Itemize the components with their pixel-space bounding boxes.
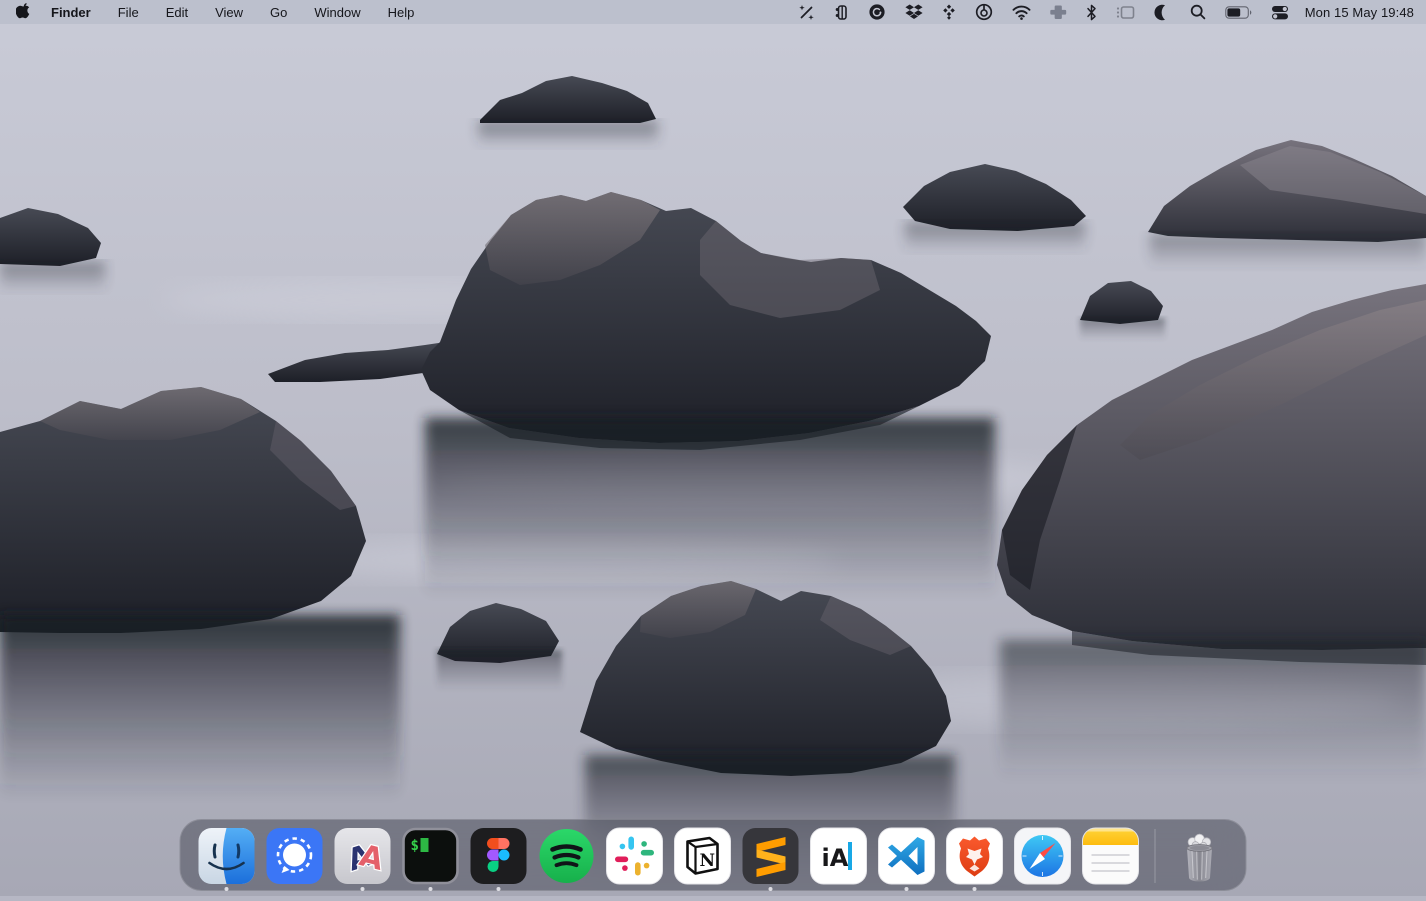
dock-item-spotify[interactable] xyxy=(538,827,596,891)
overlapping-a-letters-app-icon: A A xyxy=(334,827,392,885)
ia-writer-app-icon: iA xyxy=(810,827,868,885)
menu-help[interactable]: Help xyxy=(388,5,415,20)
dock-item-notion[interactable]: N xyxy=(674,827,732,891)
running-indicator-dot xyxy=(225,887,229,891)
finder-app-icon xyxy=(198,827,256,885)
apple-logo-icon xyxy=(16,2,31,22)
control-center-icon[interactable] xyxy=(1271,0,1289,24)
power-circle-icon[interactable] xyxy=(975,0,993,24)
slack-app-icon xyxy=(606,827,664,885)
dock-item-figma[interactable] xyxy=(470,827,528,891)
dock-item-finder[interactable] xyxy=(198,827,256,891)
dock-item-sublime-text[interactable] xyxy=(742,827,800,891)
menu-bar-left: Finder File Edit View Go Window Help xyxy=(0,2,441,22)
running-indicator-dot xyxy=(429,887,433,891)
menu-window[interactable]: Window xyxy=(314,5,360,20)
terminal-app-icon: $ xyxy=(402,827,460,885)
notes-app-icon xyxy=(1082,827,1140,885)
figma-app-icon xyxy=(470,827,528,885)
battery-icon[interactable] xyxy=(1225,0,1252,24)
apple-menu[interactable] xyxy=(16,2,31,22)
menu-go[interactable]: Go xyxy=(270,5,287,20)
menu-bar-status-area: Mon 15 May 19:48 xyxy=(779,0,1426,24)
dock-item-trash[interactable] xyxy=(1171,827,1229,885)
dock-item-slack[interactable] xyxy=(606,827,664,891)
running-indicator-dot xyxy=(361,887,365,891)
desktop-wallpaper xyxy=(0,0,1426,896)
trash-full-icon xyxy=(1171,827,1229,885)
running-indicator-dot xyxy=(497,887,501,891)
bluetooth-icon[interactable] xyxy=(1086,0,1097,24)
dock-item-vscode[interactable] xyxy=(878,827,936,891)
menu-file[interactable]: File xyxy=(118,5,139,20)
spotlight-search-icon[interactable] xyxy=(1190,0,1206,24)
diamond-cluster-icon[interactable] xyxy=(942,0,956,24)
brave-app-icon xyxy=(946,827,1004,885)
notion-app-icon: N xyxy=(674,827,732,885)
adobe-creative-cloud-icon[interactable] xyxy=(868,0,886,24)
wifi-icon[interactable] xyxy=(1012,0,1031,24)
magic-wand-sparkles-icon[interactable] xyxy=(798,0,815,24)
menu-bar: Finder File Edit View Go Window Help xyxy=(0,0,1426,24)
dock-divider xyxy=(1155,829,1156,883)
dock-item-brave[interactable] xyxy=(946,827,1004,891)
dock-item-signal[interactable] xyxy=(266,827,324,891)
signal-app-icon xyxy=(266,827,324,885)
plus-cross-icon-disabled[interactable] xyxy=(1050,0,1067,24)
safari-app-icon xyxy=(1014,827,1072,885)
focus-moon-icon[interactable] xyxy=(1154,0,1171,24)
dropbox-icon[interactable] xyxy=(905,0,923,24)
clip-pill-icon[interactable] xyxy=(834,0,849,24)
spotify-app-icon xyxy=(538,827,596,885)
dock-item-ia-writer[interactable]: iA xyxy=(810,827,868,891)
running-indicator-dot xyxy=(769,887,773,891)
dock: A A $ xyxy=(180,819,1247,891)
running-indicator-dot xyxy=(973,887,977,891)
active-app-menu[interactable]: Finder xyxy=(51,5,91,20)
menu-view[interactable]: View xyxy=(215,5,243,20)
svg-text:$: $ xyxy=(411,838,419,854)
dock-item-terminal[interactable]: $ xyxy=(402,827,460,891)
display-panel-icon-disabled[interactable] xyxy=(1116,0,1135,24)
menu-bar-clock[interactable]: Mon 15 May 19:48 xyxy=(1305,5,1414,20)
svg-text:iA: iA xyxy=(822,844,849,872)
vscode-app-icon xyxy=(878,827,936,885)
dock-item-a-letters-app[interactable]: A A xyxy=(334,827,392,891)
dock-item-notes[interactable] xyxy=(1082,827,1140,891)
dock-item-safari[interactable] xyxy=(1014,827,1072,891)
sublime-text-app-icon xyxy=(742,827,800,885)
menu-edit[interactable]: Edit xyxy=(166,5,188,20)
running-indicator-dot xyxy=(905,887,909,891)
svg-text:N: N xyxy=(700,851,716,871)
